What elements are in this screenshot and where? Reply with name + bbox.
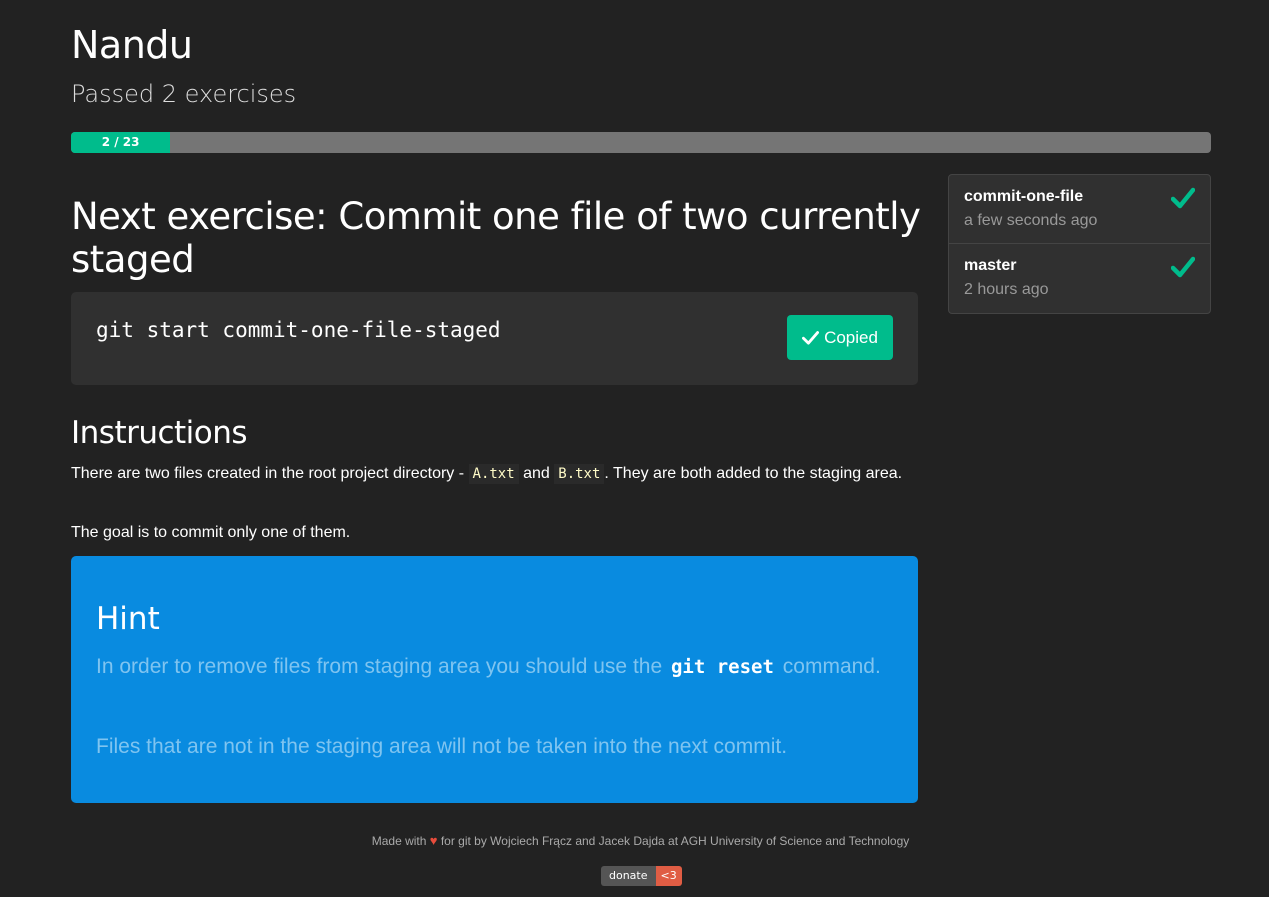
instructions-goal: The goal is to commit only one of them. <box>71 524 351 541</box>
command-text[interactable]: git start commit-one-file-staged <box>96 318 501 342</box>
branch-item-commit-one-file[interactable]: commit-one-file a few seconds ago <box>949 175 1210 244</box>
check-icon <box>1171 187 1195 209</box>
branch-time: a few seconds ago <box>964 212 1098 229</box>
hint-paragraph: In order to remove files from staging ar… <box>96 650 896 684</box>
file-a-code: A.txt <box>468 464 519 484</box>
next-exercise-title: Next exercise: Commit one file of two cu… <box>71 195 921 281</box>
hint-text: command. <box>776 655 881 678</box>
git-reset-code: git reset <box>670 656 774 678</box>
hint-text: In order to remove files from staging ar… <box>96 655 668 678</box>
instructions-text: There are two files created in the root … <box>71 465 469 482</box>
command-well: git start commit-one-file-staged Copied <box>71 292 918 385</box>
donate-badge[interactable]: donate <3 <box>601 866 682 886</box>
donate-label: donate <box>601 866 656 886</box>
branch-name: commit-one-file <box>964 188 1084 205</box>
user-name: Nandu <box>71 23 193 67</box>
donate-heart-badge: <3 <box>655 866 682 886</box>
passed-count: Passed 2 exercises <box>71 80 297 108</box>
progress-bar: 2 / 23 <box>71 132 1211 153</box>
instructions-heading: Instructions <box>71 415 248 451</box>
hint-paragraph-2: Files that are not in the staging area w… <box>96 735 788 758</box>
hint-box: Hint In order to remove files from stagi… <box>71 556 918 803</box>
branch-name: master <box>964 257 1017 274</box>
footer-credits: for git by Wojciech Frącz and Jacek Dajd… <box>440 834 910 848</box>
check-icon <box>1171 256 1195 278</box>
check-icon <box>802 331 820 345</box>
branch-time: 2 hours ago <box>964 281 1049 298</box>
instructions-text: . They are both added to the staging are… <box>604 465 903 482</box>
copy-button[interactable]: Copied <box>787 315 893 360</box>
instructions-paragraph: There are two files created in the root … <box>71 462 918 486</box>
progress-fill: 2 / 23 <box>71 132 171 153</box>
footer: Made with ♥ for git by Wojciech Frącz an… <box>0 833 1269 848</box>
page: Nandu Passed 2 exercises 2 / 23 Next exe… <box>0 0 1269 897</box>
file-b-code: B.txt <box>554 464 605 484</box>
instructions-text: and <box>518 465 555 482</box>
hint-title: Hint <box>96 601 160 637</box>
branch-list: commit-one-file a few seconds ago master… <box>948 174 1211 314</box>
copy-button-label: Copied <box>824 327 878 347</box>
footer-made-with: Made with <box>371 834 427 848</box>
heart-icon: ♥ <box>429 833 438 848</box>
branch-item-master[interactable]: master 2 hours ago <box>949 244 1210 313</box>
